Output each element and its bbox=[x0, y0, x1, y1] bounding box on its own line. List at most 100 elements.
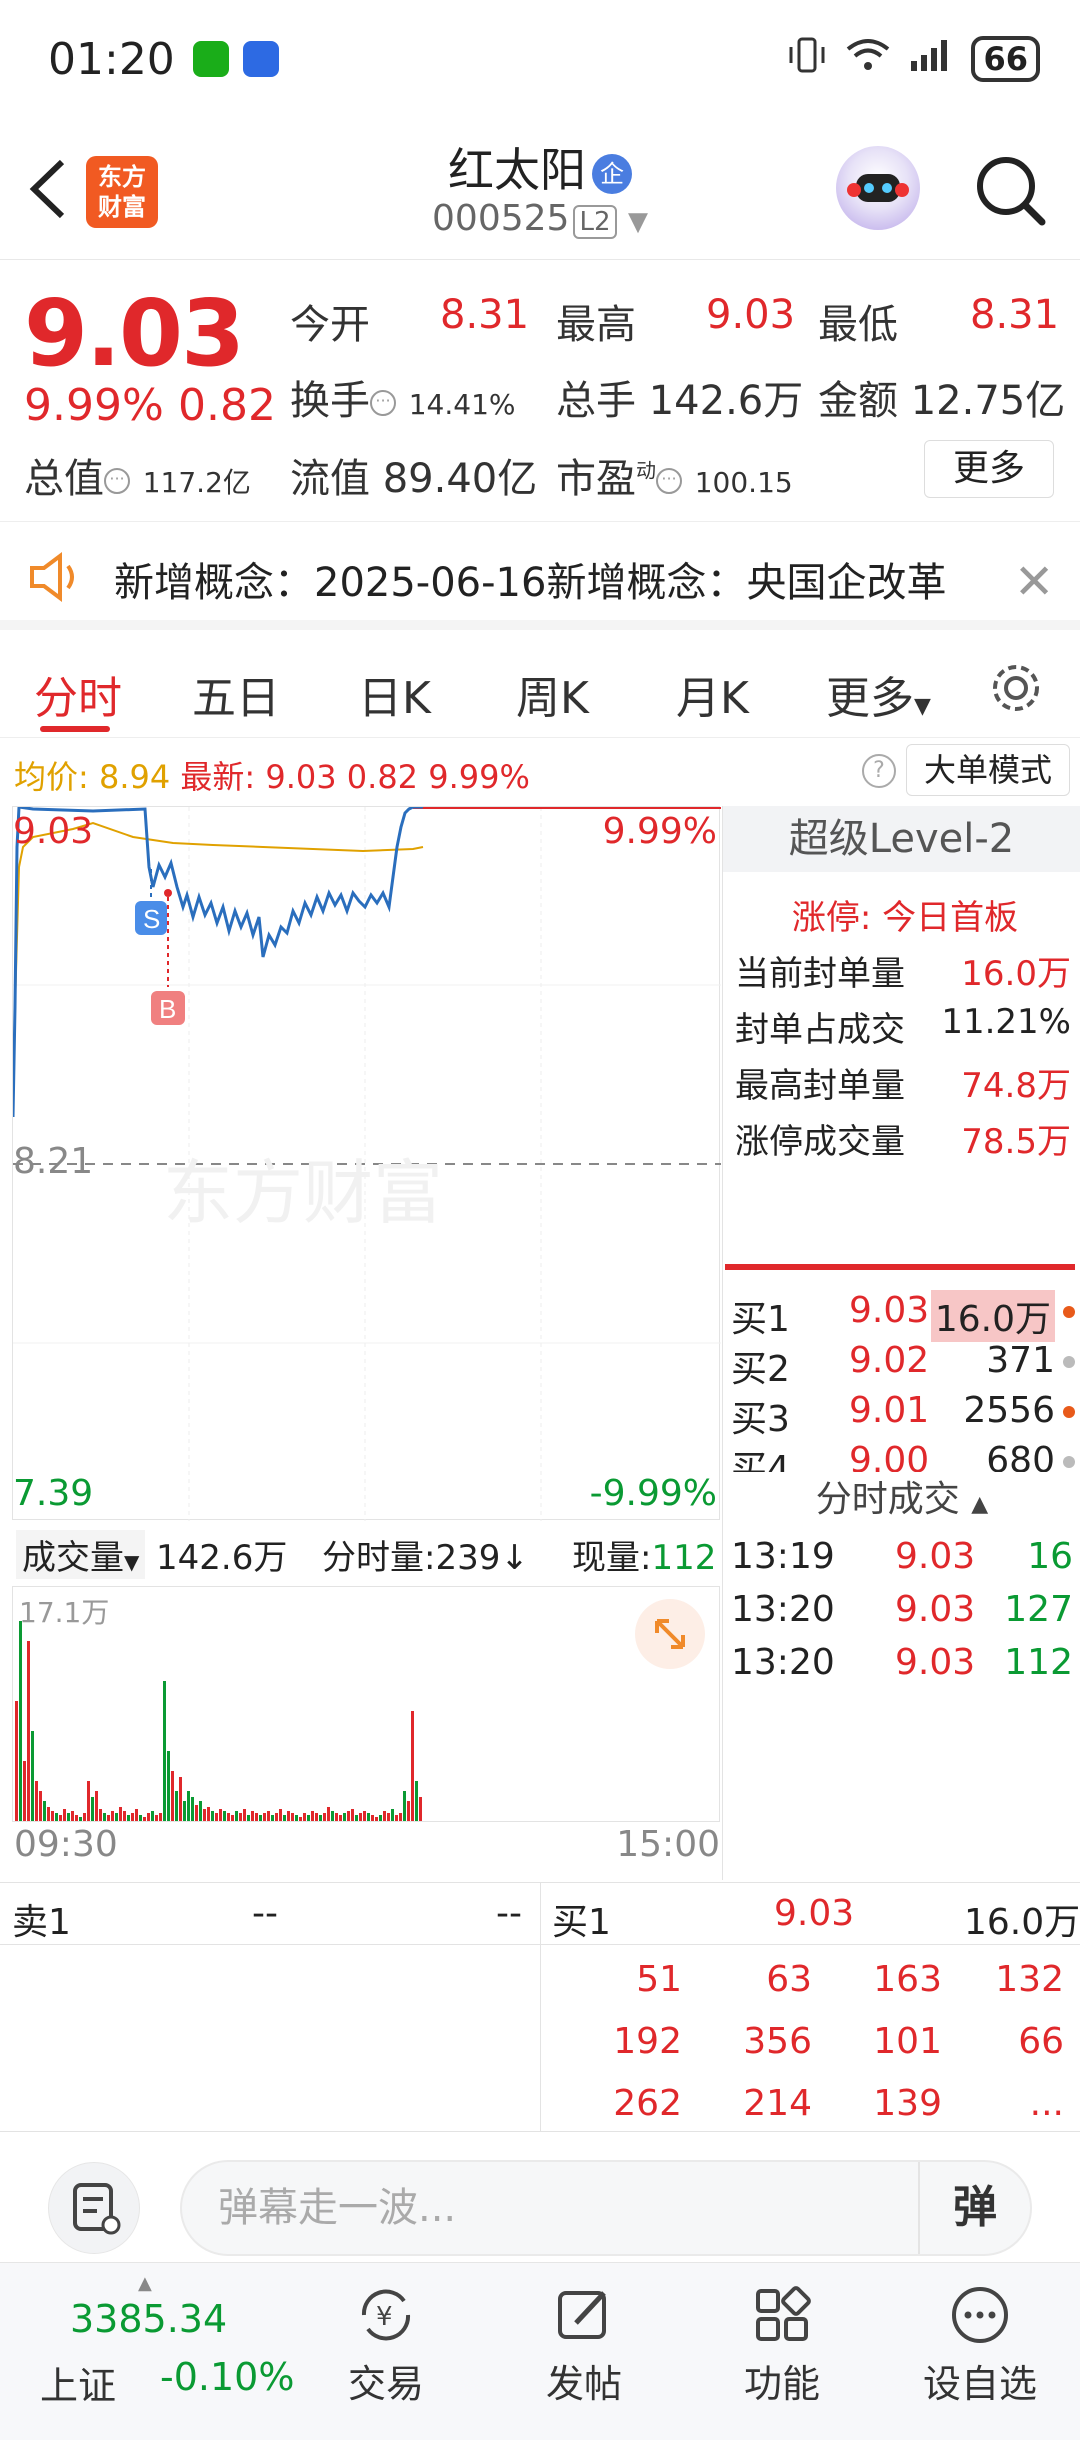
volume-bar bbox=[115, 1813, 118, 1821]
bid-list: 买19.0316.0万买29.02371买39.012556买49.00680买… bbox=[723, 1282, 1080, 1472]
volume-bar bbox=[191, 1797, 194, 1821]
bid-volume: 2556 bbox=[963, 1390, 1055, 1431]
settings-button[interactable] bbox=[988, 660, 1044, 716]
nav-functions[interactable]: 功能 bbox=[712, 2283, 852, 2408]
danmaku-toggle-button[interactable]: 弹 bbox=[918, 2162, 1030, 2254]
volume-bar bbox=[95, 1791, 98, 1821]
tick-time: 13:20 bbox=[731, 1642, 835, 1683]
queue-cell: 101 bbox=[873, 2021, 942, 2062]
edit-icon bbox=[558, 2291, 606, 2339]
vibrate-icon bbox=[787, 37, 827, 82]
volume-bar bbox=[247, 1815, 250, 1821]
volume-bar bbox=[103, 1813, 106, 1821]
bid-row[interactable]: 买1 9.03 16.0万 bbox=[731, 1282, 1077, 1342]
danmaku-settings-button[interactable] bbox=[48, 2162, 140, 2254]
help-icon[interactable]: ? bbox=[862, 754, 896, 788]
volume-bar bbox=[367, 1813, 370, 1821]
tab-more[interactable]: 更多▼ bbox=[826, 662, 931, 726]
volume-selector[interactable]: 成交量▼ bbox=[16, 1530, 146, 1579]
tick-volume: 112 bbox=[1004, 1642, 1073, 1683]
bid-row[interactable]: 买4 9.00 680 bbox=[731, 1432, 1077, 1472]
high-field: 最高 bbox=[556, 302, 636, 348]
volume-bar bbox=[395, 1815, 398, 1821]
bid-price: 9.02 bbox=[849, 1340, 930, 1381]
volume-bar bbox=[375, 1817, 378, 1821]
low-value: 8.31 bbox=[970, 292, 1060, 338]
volume-total: 142.6万 bbox=[156, 1538, 288, 1578]
volume-bar bbox=[355, 1815, 358, 1821]
intraday-chart[interactable]: 东方财富 S B 9.03 9.99% 8.21 7.39 -9.99% bbox=[11, 805, 721, 1521]
search-icon bbox=[977, 157, 1046, 226]
volume-bar bbox=[23, 1761, 26, 1821]
bid-dot bbox=[1063, 1456, 1075, 1468]
nav-post[interactable]: 发帖 bbox=[514, 2283, 654, 2408]
bid-dot bbox=[1063, 1406, 1075, 1418]
volume-bar bbox=[307, 1815, 310, 1821]
volume-bar bbox=[419, 1797, 422, 1821]
volume-bar bbox=[303, 1813, 306, 1821]
danmaku-input[interactable]: 弹幕走一波... 弹 bbox=[180, 2160, 1032, 2256]
order-queue-table: 卖1 -- -- 买1 9.03 16.0万 51 63 163 132 192 356 1… bbox=[0, 1882, 1080, 2132]
volume-bar bbox=[143, 1817, 146, 1821]
pe-field[interactable]: 市盈动 ··· 100.15 bbox=[556, 446, 793, 504]
queue-cell: 139 bbox=[873, 2083, 942, 2124]
bid-row[interactable]: 买3 9.01 2556 bbox=[731, 1382, 1077, 1440]
volume-bar bbox=[163, 1681, 166, 1821]
more-quote-button[interactable]: 更多 bbox=[924, 440, 1054, 498]
comment-bar: 弹幕走一波... 弹 bbox=[0, 2134, 1080, 2264]
bid-price: 9.03 bbox=[849, 1290, 930, 1331]
nav-add-watchlist[interactable]: 设自选 bbox=[910, 2283, 1050, 2408]
info-dots-icon: ··· bbox=[656, 468, 682, 494]
danmaku-placeholder: 弹幕走一波... bbox=[218, 2185, 457, 2231]
volume-bar bbox=[39, 1791, 42, 1821]
search-button[interactable] bbox=[970, 150, 1050, 230]
volume-bar bbox=[279, 1809, 282, 1821]
volume-bar bbox=[47, 1807, 50, 1821]
tick-time: 13:20 bbox=[731, 1589, 835, 1630]
tab-daily-k[interactable]: 日K bbox=[358, 662, 431, 726]
turnover-field[interactable]: 换手 ··· 14.41% bbox=[290, 368, 515, 426]
stock-header: 东方 财富 红太阳企 000525 L2 ▼ bbox=[0, 120, 1080, 260]
bid-dot bbox=[1063, 1306, 1075, 1318]
robot-avatar[interactable] bbox=[836, 146, 920, 230]
corp-badge: 企 bbox=[592, 153, 632, 194]
volume-bar bbox=[379, 1815, 382, 1821]
tab-weekly-k[interactable]: 周K bbox=[516, 662, 589, 726]
volume-bar bbox=[331, 1811, 334, 1821]
chart-top-pct: 9.99% bbox=[602, 811, 717, 852]
close-icon[interactable]: ✕ bbox=[1014, 554, 1054, 610]
volume-bar bbox=[211, 1811, 214, 1821]
volume-bar bbox=[235, 1811, 238, 1821]
queue-cell: ... bbox=[1029, 2083, 1064, 2124]
volume-bar bbox=[147, 1813, 150, 1821]
volume-bar bbox=[299, 1817, 302, 1821]
quote-panel: 9.03 9.99% 0.82 今开 8.31 最高 9.03 最低 8.31 … bbox=[0, 262, 1080, 522]
concept-notice[interactable]: 新增概念：2025-06-16新增概念：央国企改革 ✕ bbox=[0, 524, 1080, 630]
sell1-price: -- bbox=[252, 1893, 278, 1934]
nav-trade[interactable]: ¥ 交易 bbox=[316, 2283, 456, 2408]
market-cap-field[interactable]: 总值 ··· 117.2亿 bbox=[24, 446, 251, 504]
info-dots-icon: ··· bbox=[370, 390, 396, 416]
info-dots-icon: ··· bbox=[104, 468, 130, 494]
queue-cell: 51 bbox=[636, 1959, 682, 2000]
volume-bar bbox=[87, 1781, 90, 1821]
expand-button[interactable] bbox=[635, 1599, 705, 1669]
more-icon bbox=[952, 2287, 1008, 2343]
ticks-header[interactable]: 分时成交 ▲ bbox=[723, 1472, 1080, 1533]
bid-label: 买4 bbox=[731, 1449, 790, 1472]
volume-bar bbox=[159, 1813, 162, 1821]
volume-bar bbox=[399, 1813, 402, 1821]
big-order-mode-button[interactable]: 大单模式 bbox=[906, 744, 1070, 796]
volume-chart[interactable]: 17.1万 bbox=[12, 1586, 720, 1822]
volume-bar bbox=[291, 1813, 294, 1821]
tab-five-day[interactable]: 五日 bbox=[192, 662, 280, 726]
tab-monthly-k[interactable]: 月K bbox=[676, 662, 749, 726]
volume-bar bbox=[251, 1811, 254, 1821]
tab-intraday[interactable]: 分时 bbox=[34, 662, 122, 726]
bid-row[interactable]: 买2 9.02 371 bbox=[731, 1332, 1077, 1390]
volume-bar bbox=[75, 1815, 78, 1821]
volume-bar bbox=[127, 1815, 130, 1821]
level2-title[interactable]: 超级Level-2 bbox=[723, 806, 1080, 872]
volume-bar bbox=[335, 1813, 338, 1821]
queue-cell: 163 bbox=[873, 1959, 942, 2000]
